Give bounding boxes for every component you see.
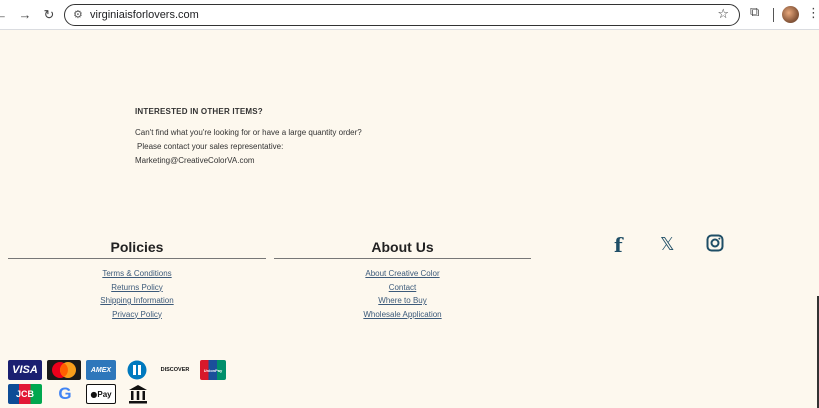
about-title: About Us <box>371 239 434 255</box>
facebook-icon[interactable]: f <box>614 233 623 257</box>
toolbar-divider <box>773 8 774 22</box>
contact-info-block: INTERESTED IN OTHER ITEMS? Can't find wh… <box>135 107 362 168</box>
forward-arrow-icon[interactable]: → <box>16 6 34 24</box>
x-icon[interactable]: 𝕏 <box>660 234 675 255</box>
back-arrow-icon[interactable]: ← <box>0 6 10 24</box>
mastercard-icon <box>47 360 81 380</box>
policies-divider <box>8 258 266 259</box>
visa-icon: VISA <box>8 360 42 380</box>
link-wholesale[interactable]: Wholesale Application <box>274 308 531 322</box>
contact-line-1: Can't find what you're looking for or ha… <box>135 128 362 137</box>
link-terms[interactable]: Terms & Conditions <box>8 267 266 281</box>
link-where-to-buy[interactable]: Where to Buy <box>274 294 531 308</box>
kebab-menu-icon[interactable]: ⋮ <box>807 6 819 21</box>
address-bar-url[interactable]: virginiaisforlovers.com <box>90 9 199 21</box>
link-privacy[interactable]: Privacy Policy <box>8 308 266 322</box>
unionpay-icon: UnionPay <box>200 360 226 380</box>
link-returns[interactable]: Returns Policy <box>8 281 266 295</box>
link-contact[interactable]: Contact <box>274 281 531 295</box>
reload-icon[interactable]: ↻ <box>40 6 58 24</box>
link-shipping[interactable]: Shipping Information <box>8 294 266 308</box>
profile-avatar[interactable] <box>782 6 799 23</box>
address-bar[interactable]: ⚙ virginiaisforlovers.com ☆ <box>64 4 740 26</box>
diners-club-icon <box>122 360 152 380</box>
apple-pay-icon: ● Pay <box>86 384 116 404</box>
extensions-icon[interactable]: ⧉ <box>750 5 759 20</box>
contact-email: Marketing@CreativeColorVA.com <box>135 156 255 165</box>
apple-pay-label: Pay <box>97 389 112 399</box>
contact-heading: INTERESTED IN OTHER ITEMS? <box>135 107 263 116</box>
about-links: About Creative Color Contact Where to Bu… <box>274 267 531 321</box>
amex-icon: AMEX <box>86 360 116 380</box>
policies-links: Terms & Conditions Returns Policy Shippi… <box>8 267 266 321</box>
google-pay-icon: G <box>58 384 72 403</box>
bank-icon <box>125 384 151 404</box>
link-about[interactable]: About Creative Color <box>274 267 531 281</box>
jcb-icon: JCB <box>8 384 42 404</box>
instagram-icon[interactable] <box>706 234 724 258</box>
site-settings-icon[interactable]: ⚙ <box>73 8 83 21</box>
discover-icon: DISCOVER <box>160 367 190 373</box>
contact-line-2: Please contact your sales representative… <box>137 142 284 151</box>
policies-title: Policies <box>110 239 164 255</box>
bookmark-star-icon[interactable]: ☆ <box>717 7 729 22</box>
browser-toolbar: ← → ↻ ⚙ virginiaisforlovers.com ☆ ⧉ ⋮ <box>0 0 819 30</box>
about-divider <box>274 258 531 259</box>
